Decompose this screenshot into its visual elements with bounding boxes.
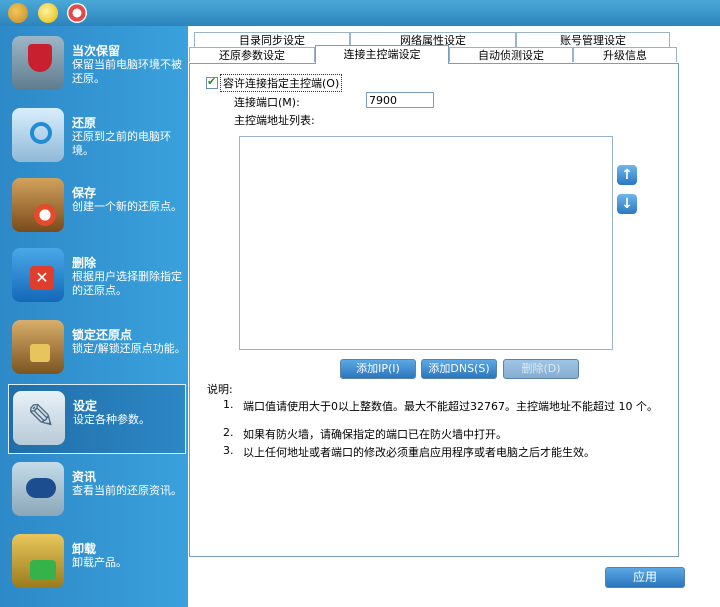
save-icon [12, 178, 64, 232]
allow-console-label[interactable]: 容许连接指定主控端(O) [220, 74, 343, 92]
allow-console-checkbox[interactable] [206, 75, 218, 89]
apply-button[interactable]: 应用 [605, 567, 685, 588]
delete-address-button[interactable]: 删除(D) [503, 359, 579, 379]
note-number: 1. [223, 398, 234, 411]
sidebar-item-desc: 设定各种参数。 [73, 413, 150, 426]
allow-console-checkbox-row[interactable]: 容许连接指定主控端(O) [206, 74, 343, 92]
tab-auto-detect[interactable]: 自动侦测设定 [449, 47, 573, 62]
sidebar-item-title: 删除 [72, 256, 97, 270]
note-number: 2. [223, 426, 234, 439]
users-icon[interactable] [8, 3, 28, 23]
notes-title: 说明: [207, 383, 233, 396]
sidebar-item-desc: 保留当前电脑环境不被还原。 [72, 58, 182, 85]
sidebar-item-title: 锁定还原点 [72, 328, 133, 342]
delete-icon [12, 248, 64, 302]
tab-upgrade-info[interactable]: 升级信息 [573, 47, 677, 62]
note-number: 3. [223, 444, 234, 457]
port-label: 连接端口(M): [234, 96, 300, 109]
sidebar-item-title: 还原 [72, 116, 97, 130]
sidebar-item-title: 设定 [73, 399, 98, 413]
move-up-button[interactable]: ↑ [617, 165, 637, 185]
sidebar: 当次保留 保留当前电脑环境不被还原。 还原 还原到之前的电脑环境。 保存 创建一… [0, 26, 188, 607]
sidebar-item-info[interactable]: 资讯 查看当前的还原资讯。 [0, 456, 188, 526]
help-lifebuoy-icon[interactable] [67, 3, 87, 23]
sidebar-item-save[interactable]: 保存 创建一个新的还原点。 [0, 172, 188, 242]
note-text: 以上任何地址或者端口的修改必须重启应用程序或者电脑之后才能生效。 [243, 446, 595, 459]
sidebar-item-desc: 创建一个新的还原点。 [72, 200, 182, 213]
address-list-label: 主控端地址列表: [234, 114, 315, 127]
sidebar-item-title: 当次保留 [72, 44, 121, 58]
restore-icon [12, 108, 64, 162]
sidebar-item-keep-current[interactable]: 当次保留 保留当前电脑环境不被还原。 [0, 30, 188, 100]
sidebar-item-desc: 还原到之前的电脑环境。 [72, 130, 171, 157]
arrow-down-icon: ↓ [621, 196, 633, 212]
sidebar-item-title: 保存 [72, 186, 97, 200]
sidebar-item-desc: 查看当前的还原资讯。 [72, 484, 182, 497]
sidebar-item-desc: 卸载产品。 [72, 556, 127, 569]
port-input[interactable] [366, 92, 434, 108]
add-ip-button[interactable]: 添加IP(I) [340, 359, 416, 379]
note-text: 如果有防火墙，请确保指定的端口已在防火墙中打开。 [243, 428, 507, 441]
sidebar-item-uninstall[interactable]: 卸载 卸载产品。 [0, 528, 188, 598]
sidebar-item-title: 卸载 [72, 542, 97, 556]
note-text: 端口值请使用大于0以上整数值。最大不能超过32767。主控端地址不能超过 10 … [243, 400, 658, 413]
sidebar-item-title: 资讯 [72, 470, 97, 484]
sidebar-item-restore[interactable]: 还原 还原到之前的电脑环境。 [0, 102, 188, 172]
top-toolbar [0, 0, 720, 26]
uninstall-icon [12, 534, 64, 588]
address-listbox[interactable] [239, 136, 613, 350]
sidebar-item-desc: 根据用户选择删除指定的还原点。 [72, 270, 182, 297]
shield-icon [12, 36, 64, 90]
lightbulb-icon[interactable] [38, 3, 58, 23]
arrow-up-icon: ↑ [621, 167, 633, 183]
add-dns-button[interactable]: 添加DNS(S) [421, 359, 497, 379]
settings-icon [13, 391, 65, 445]
lock-icon [12, 320, 64, 374]
sidebar-item-delete[interactable]: 删除 根据用户选择删除指定的还原点。 [0, 242, 188, 312]
tab-account-management[interactable]: 账号管理设定 [516, 32, 670, 47]
sidebar-item-desc: 锁定/解锁还原点功能。 [72, 342, 186, 355]
sidebar-item-settings[interactable]: 设定 设定各种参数。 [8, 384, 186, 454]
tab-restore-params[interactable]: 还原参数设定 [189, 47, 315, 62]
move-down-button[interactable]: ↓ [617, 194, 637, 214]
sidebar-item-lock[interactable]: 锁定还原点 锁定/解锁还原点功能。 [0, 314, 188, 384]
tab-connect-console[interactable]: 连接主控端设定 [315, 45, 449, 64]
info-icon [12, 462, 64, 516]
